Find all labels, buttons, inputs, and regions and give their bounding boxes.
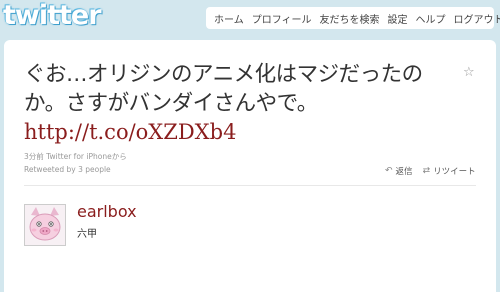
top-bar: twitter ホーム プロフィール 友だちを検索 設定 ヘルプ ログアウト (0, 0, 500, 36)
retweeted-by[interactable]: Retweeted by 3 people (24, 165, 111, 174)
reply-button[interactable]: ↶ 返信 (385, 165, 413, 177)
pig-avatar-icon (25, 205, 65, 245)
divider (24, 185, 476, 186)
nav-profile[interactable]: プロフィール (252, 11, 312, 26)
reply-label: 返信 (395, 167, 413, 177)
tweet-actions: ↶ 返信 ⇄ リツイート (385, 165, 486, 177)
nav-help[interactable]: ヘルプ (416, 11, 446, 26)
tweet-card: ぐお…オリジンのアニメ化はマジだったのか。さすがバンダイさんやで。 http:/… (4, 40, 496, 292)
favorite-star-icon[interactable]: ☆ (463, 65, 475, 80)
retweet-button[interactable]: ⇄ リツイート (423, 165, 476, 177)
twitter-logo[interactable]: twitter (3, 1, 102, 31)
tweet-body: ぐお…オリジンのアニメ化はマジだったのか。さすがバンダイさんやで。 (24, 62, 423, 116)
nav-find-friends[interactable]: 友だちを検索 (320, 11, 380, 26)
tweet-text: ぐお…オリジンのアニメ化はマジだったのか。さすがバンダイさんやで。 http:/… (24, 60, 454, 147)
retweet-label: リツイート (433, 167, 476, 177)
avatar[interactable] (24, 204, 66, 246)
retweet-icon: ⇄ (422, 166, 431, 176)
nav-home[interactable]: ホーム (214, 11, 244, 26)
tweet-meta: 3分前 Twitter for iPhoneから (24, 152, 127, 161)
nav-logout[interactable]: ログアウト (454, 11, 500, 26)
username[interactable]: earlbox (77, 202, 137, 221)
top-nav: ホーム プロフィール 友だちを検索 設定 ヘルプ ログアウト (206, 7, 500, 29)
display-name: 六甲 (77, 229, 97, 240)
tweet-link[interactable]: http://t.co/oXZDXb4 (24, 120, 236, 144)
reply-icon: ↶ (385, 166, 393, 176)
nav-settings[interactable]: 設定 (388, 11, 408, 26)
